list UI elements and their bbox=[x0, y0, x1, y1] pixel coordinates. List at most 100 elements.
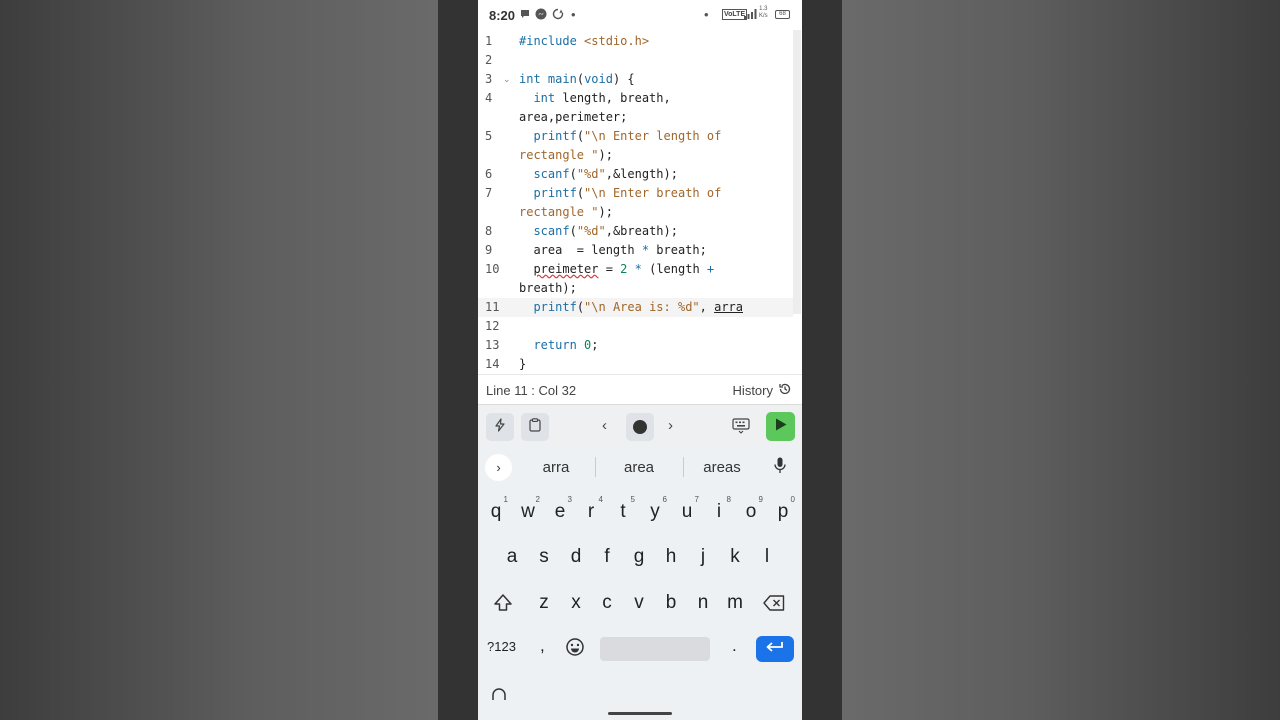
expand-chevron-button[interactable]: › bbox=[485, 454, 512, 481]
editor-toolbar: ‹ › bbox=[478, 404, 802, 447]
quick-actions-button[interactable] bbox=[486, 413, 514, 441]
enter-key[interactable] bbox=[756, 636, 794, 662]
code-line[interactable]: 2 bbox=[478, 51, 793, 70]
code-line[interactable]: 7 printf("\n Enter breath of bbox=[478, 184, 793, 203]
key-d[interactable]: d bbox=[561, 537, 591, 577]
code-text[interactable]: printf("\n Enter length of bbox=[519, 127, 721, 146]
code-line-wrap[interactable]: breath); bbox=[478, 279, 793, 298]
clipboard-button[interactable] bbox=[521, 413, 549, 441]
key-j[interactable]: j bbox=[688, 537, 718, 577]
shift-key-icon[interactable] bbox=[492, 593, 514, 618]
key-b[interactable]: b bbox=[656, 583, 686, 623]
code-text[interactable]: int main(void) { bbox=[519, 70, 635, 89]
key-l[interactable]: l bbox=[752, 537, 782, 577]
run-button[interactable] bbox=[766, 412, 795, 441]
code-line[interactable]: 12 bbox=[478, 317, 793, 336]
key-o[interactable]: o9 bbox=[736, 492, 766, 532]
composing-word: arra bbox=[714, 300, 743, 314]
fold-chevron-icon[interactable]: ⌄ bbox=[503, 70, 511, 89]
code-line-wrap[interactable]: rectangle "); bbox=[478, 203, 793, 222]
history-button[interactable]: History bbox=[733, 381, 792, 399]
code-line[interactable]: 8 scanf("%d",&breath); bbox=[478, 222, 793, 241]
key-w[interactable]: w2 bbox=[513, 492, 543, 532]
line-number: 3 bbox=[485, 72, 493, 86]
key-g[interactable]: g bbox=[624, 537, 654, 577]
code-line[interactable]: 5 printf("\n Enter length of bbox=[478, 127, 793, 146]
backspace-key-icon[interactable] bbox=[763, 595, 785, 616]
code-text[interactable]: scanf("%d",&breath); bbox=[519, 222, 678, 241]
code-line[interactable]: 9 area = length * breath; bbox=[478, 241, 793, 260]
key-u[interactable]: u7 bbox=[672, 492, 702, 532]
gesture-navigation-handle[interactable] bbox=[608, 712, 672, 715]
key-t[interactable]: t5 bbox=[608, 492, 638, 532]
phone-screen: 8:20 • • VoLTE 1.3 K/s 68 1 #include <st… bbox=[478, 0, 802, 720]
key-y[interactable]: y6 bbox=[640, 492, 670, 532]
microphone-icon[interactable] bbox=[774, 457, 786, 479]
cursor-right-button[interactable]: › bbox=[668, 417, 673, 434]
key-x[interactable]: x bbox=[561, 583, 591, 623]
comma-key[interactable]: , bbox=[540, 636, 545, 656]
record-dot-icon bbox=[633, 420, 647, 434]
left-letterbox bbox=[438, 0, 478, 720]
status-time: 8:20 bbox=[489, 8, 516, 23]
editor-scrollbar[interactable] bbox=[793, 30, 801, 314]
period-key[interactable]: . bbox=[732, 636, 737, 656]
code-line[interactable]: 10 preimeter = 2 * (length + bbox=[478, 260, 793, 279]
key-v[interactable]: v bbox=[624, 583, 654, 623]
suggestion-item[interactable]: arra bbox=[516, 459, 596, 476]
code-text[interactable]: printf("\n Enter breath of bbox=[519, 184, 721, 203]
code-line-wrap[interactable]: area,perimeter; bbox=[478, 108, 793, 127]
key-p[interactable]: p0 bbox=[768, 492, 798, 532]
line-number: 13 bbox=[485, 338, 500, 352]
code-text[interactable]: return 0; bbox=[519, 336, 598, 355]
code-text[interactable]: rectangle "); bbox=[519, 146, 613, 165]
code-editor[interactable]: 1 #include <stdio.h> 2 3 ⌄ int main(void… bbox=[478, 30, 802, 374]
code-text[interactable]: } bbox=[519, 355, 526, 374]
key-f[interactable]: f bbox=[592, 537, 622, 577]
code-line[interactable]: 14 } bbox=[478, 355, 793, 374]
code-line-active[interactable]: 11 printf("\n Area is: %d", arra bbox=[478, 298, 793, 317]
clipboard-icon bbox=[529, 417, 541, 437]
code-line[interactable]: 6 scanf("%d",&length); bbox=[478, 165, 793, 184]
keyboard-hide-icon[interactable] bbox=[491, 688, 507, 707]
code-line-wrap[interactable]: rectangle "); bbox=[478, 146, 793, 165]
code-text[interactable]: rectangle "); bbox=[519, 203, 613, 222]
key-c[interactable]: c bbox=[592, 583, 622, 623]
soft-keyboard: › arra area areas q1 w2 e3 r4 t5 y6 u7 i… bbox=[478, 446, 802, 720]
code-text[interactable]: #include <stdio.h> bbox=[519, 32, 649, 51]
key-q[interactable]: q1 bbox=[481, 492, 511, 532]
code-text[interactable]: int length, breath, bbox=[519, 89, 670, 108]
spelling-error[interactable]: preimeter bbox=[533, 262, 598, 276]
chat-bubble-icon bbox=[520, 9, 530, 22]
code-text[interactable]: preimeter = 2 * (length + bbox=[519, 260, 714, 279]
key-k[interactable]: k bbox=[720, 537, 750, 577]
code-text[interactable]: scanf("%d",&length); bbox=[519, 165, 678, 184]
key-s[interactable]: s bbox=[529, 537, 559, 577]
code-text[interactable]: breath); bbox=[519, 279, 577, 298]
cursor-position: Line 11 : Col 32 bbox=[486, 383, 577, 398]
key-h[interactable]: h bbox=[656, 537, 686, 577]
suggestion-item[interactable]: area bbox=[599, 459, 679, 476]
record-button[interactable] bbox=[626, 413, 654, 441]
key-a[interactable]: a bbox=[497, 537, 527, 577]
code-line[interactable]: 3 ⌄ int main(void) { bbox=[478, 70, 793, 89]
emoji-icon[interactable] bbox=[565, 637, 585, 662]
code-line[interactable]: 13 return 0; bbox=[478, 336, 793, 355]
key-z[interactable]: z bbox=[529, 583, 559, 623]
key-e[interactable]: e3 bbox=[545, 492, 575, 532]
cursor-left-button[interactable]: ‹ bbox=[602, 417, 607, 434]
status-dot-left: • bbox=[571, 7, 576, 22]
keyboard-icon[interactable] bbox=[732, 418, 750, 439]
space-bar[interactable] bbox=[600, 637, 710, 661]
key-m[interactable]: m bbox=[720, 583, 750, 623]
code-text[interactable]: area,perimeter; bbox=[519, 108, 627, 127]
symbols-key[interactable]: ?123 bbox=[487, 639, 516, 654]
suggestion-item[interactable]: areas bbox=[682, 459, 762, 476]
key-i[interactable]: i8 bbox=[704, 492, 734, 532]
key-n[interactable]: n bbox=[688, 583, 718, 623]
code-line[interactable]: 1 #include <stdio.h> bbox=[478, 32, 793, 51]
code-text[interactable]: printf("\n Area is: %d", arra bbox=[519, 298, 743, 317]
code-line[interactable]: 4 int length, breath, bbox=[478, 89, 793, 108]
code-text[interactable]: area = length * breath; bbox=[519, 241, 706, 260]
key-r[interactable]: r4 bbox=[576, 492, 606, 532]
